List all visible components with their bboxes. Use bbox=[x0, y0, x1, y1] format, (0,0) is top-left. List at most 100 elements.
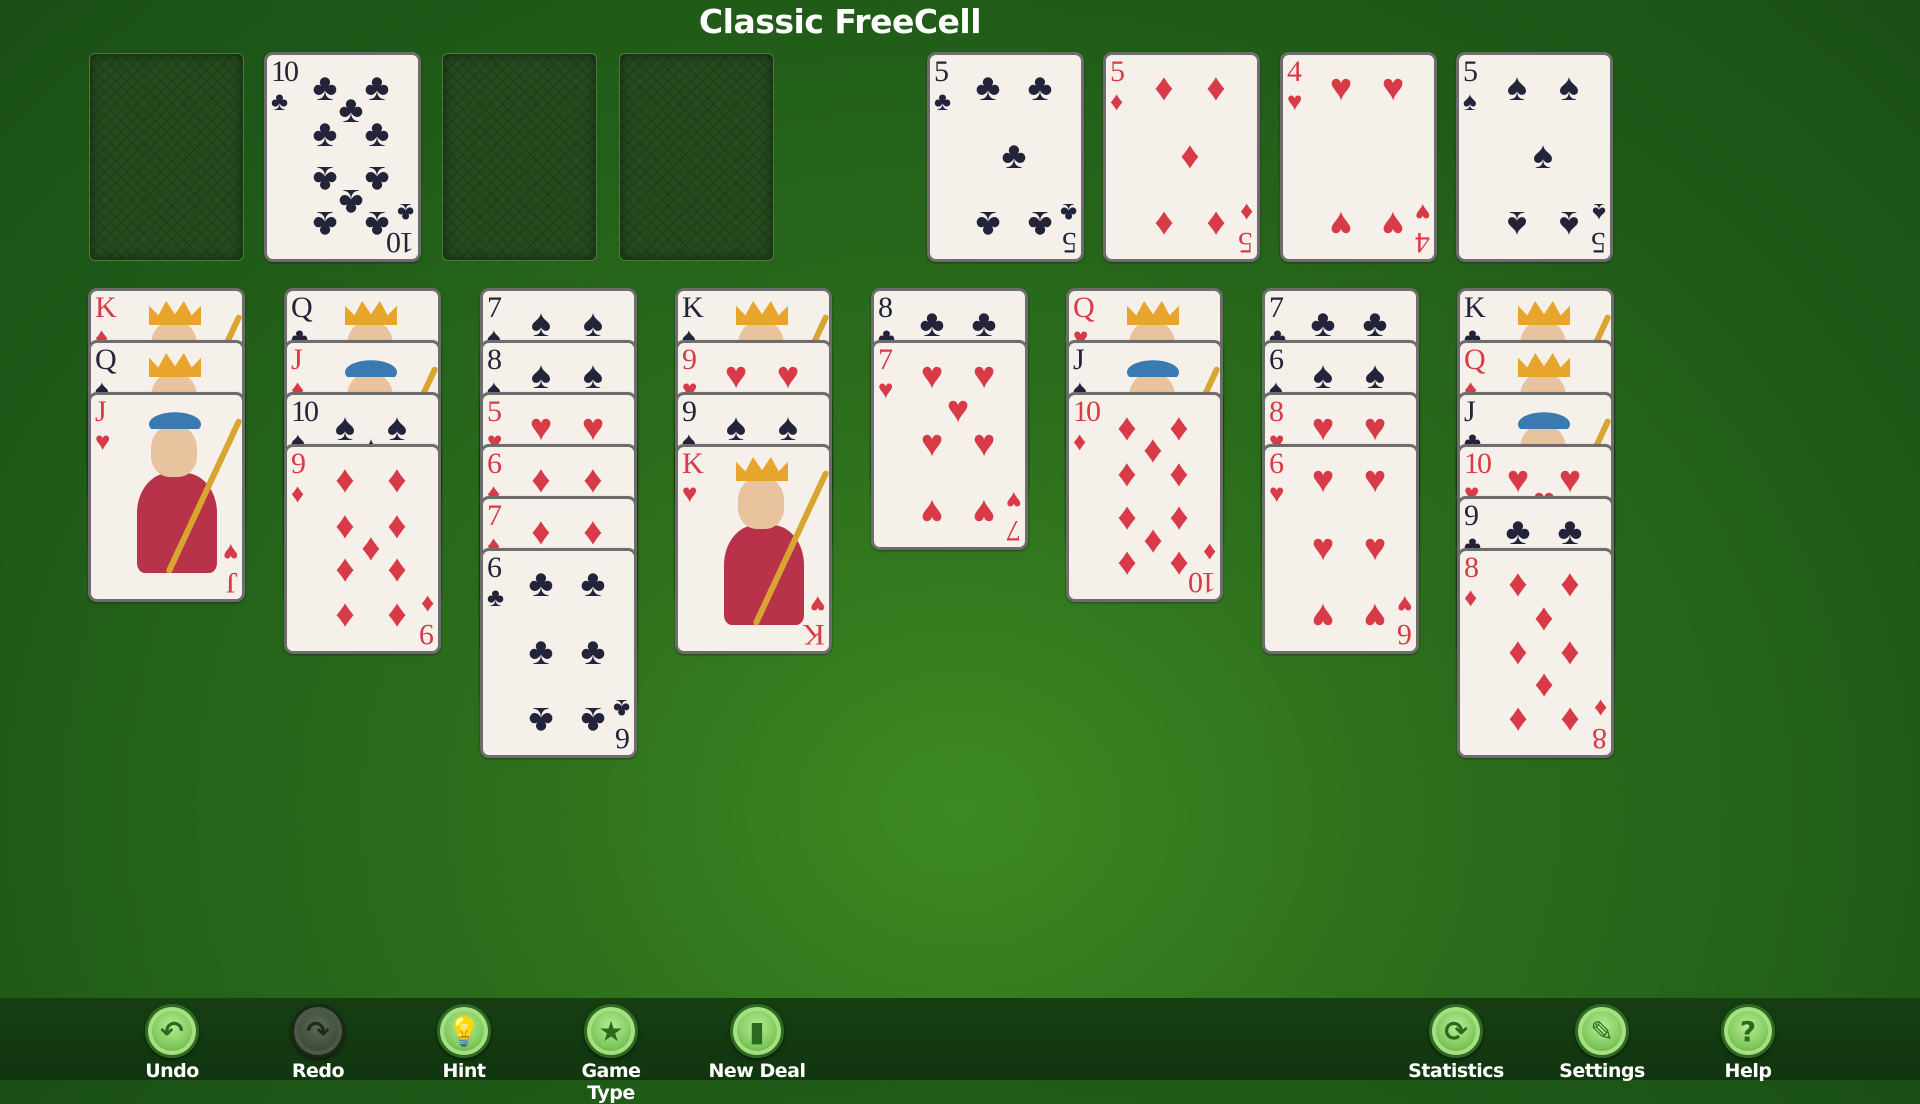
diamonds-pip-icon: ♦ bbox=[583, 459, 603, 501]
hearts-pip-icon: ♥ bbox=[1311, 459, 1335, 501]
diamonds-pip-icon: ♦ bbox=[1117, 453, 1137, 495]
hearts-icon: ♥ bbox=[1396, 590, 1412, 620]
hearts-icon: ♥ bbox=[1269, 478, 1285, 508]
diamonds-icon: ♦ bbox=[1202, 538, 1216, 568]
tableau-card[interactable]: 10 ♦ ♦ ♦ ♦ ♦ ♦ ♦ ♦ ♦ ♦ ♦ 10 ♦ bbox=[1066, 392, 1223, 602]
hearts-pip-icon: ♥ bbox=[1363, 459, 1387, 501]
card-rank-bottom: J bbox=[228, 566, 238, 599]
help-button[interactable]: ? Help bbox=[1693, 1004, 1803, 1082]
spades-pip-icon: ♠ bbox=[1312, 355, 1334, 397]
hearts-pip-icon: ♥ bbox=[946, 389, 970, 431]
card-rank: Q bbox=[291, 291, 313, 324]
tableau-card[interactable]: 8 ♦ ♦ ♦ ♦ ♦ ♦ ♦ ♦ ♦ 8 ♦ bbox=[1457, 548, 1614, 758]
foundation-card[interactable]: 4 ♥ ♥ ♥ ♥ ♥ 4 ♥ bbox=[1280, 52, 1437, 262]
hint-label: Hint bbox=[442, 1060, 486, 1082]
diamonds-pip-icon: ♦ bbox=[387, 550, 407, 592]
free-cell-1[interactable] bbox=[89, 53, 244, 261]
card-rank-bottom: K bbox=[805, 618, 825, 651]
card-rank: 6 bbox=[487, 551, 502, 584]
hearts-pip-icon: ♥ bbox=[972, 355, 996, 397]
statistics-button[interactable]: ⟳ Statistics bbox=[1401, 1004, 1511, 1082]
spades-pip-icon: ♠ bbox=[1558, 67, 1580, 109]
diamonds-pip-icon: ♦ bbox=[1180, 135, 1200, 177]
diamonds-pip-icon: ♦ bbox=[1154, 203, 1174, 245]
card-rank: 9 bbox=[682, 343, 697, 376]
clubs-icon: ♣ bbox=[1059, 198, 1077, 228]
clubs-icon: ♣ bbox=[934, 86, 952, 116]
clubs-pip-icon: ♣ bbox=[1027, 67, 1053, 109]
card-rank: 9 bbox=[682, 395, 697, 428]
diamonds-pip-icon: ♦ bbox=[583, 511, 603, 553]
diamonds-pip-icon: ♦ bbox=[1117, 543, 1137, 585]
spades-icon: ♠ bbox=[1592, 198, 1606, 228]
free-cell-4[interactable] bbox=[619, 53, 774, 261]
diamonds-icon: ♦ bbox=[1593, 694, 1607, 724]
free-cell-card[interactable]: 10 ♣ ♣ ♣ ♣ ♣ ♣ ♣ ♣ ♣ ♣ ♣ 10 ♣ bbox=[264, 52, 421, 262]
diamonds-icon: ♦ bbox=[1110, 86, 1124, 116]
card-rank: 6 bbox=[487, 447, 502, 480]
diamonds-pip-icon: ♦ bbox=[335, 459, 355, 501]
clubs-pip-icon: ♣ bbox=[975, 67, 1001, 109]
clubs-icon: ♣ bbox=[271, 86, 289, 116]
card-rank: 5 bbox=[934, 55, 949, 88]
settings-button[interactable]: ✎ Settings bbox=[1547, 1004, 1657, 1082]
diamonds-icon: ♦ bbox=[420, 590, 434, 620]
card-rank: Q bbox=[1464, 343, 1486, 376]
diamonds-pip-icon: ♦ bbox=[531, 459, 551, 501]
tableau-card[interactable]: K ♥ K ♥ bbox=[675, 444, 832, 654]
tableau-card[interactable]: 6 ♥ ♥ ♥ ♥ ♥ ♥ ♥ 6 ♥ bbox=[1262, 444, 1419, 654]
diamonds-pip-icon: ♦ bbox=[335, 595, 355, 637]
card-rank: J bbox=[95, 395, 107, 428]
clubs-pip-icon: ♣ bbox=[971, 303, 997, 345]
card-rank-bottom: 4 bbox=[1417, 226, 1430, 259]
settings-label: Settings bbox=[1559, 1060, 1645, 1082]
pencil-icon: ✎ bbox=[1575, 1004, 1629, 1058]
card-rank: 4 bbox=[1287, 55, 1302, 88]
foundation-card[interactable]: 5 ♣ ♣ ♣ ♣ ♣ ♣ 5 ♣ bbox=[927, 52, 1084, 262]
card-rank: 8 bbox=[878, 291, 893, 324]
hearts-pip-icon: ♥ bbox=[1363, 407, 1387, 449]
foundation-card[interactable]: 5 ♦ ♦ ♦ ♦ ♦ ♦ 5 ♦ bbox=[1103, 52, 1260, 262]
hint-button[interactable]: 💡 Hint bbox=[409, 1004, 519, 1082]
undo-button[interactable]: ↶ Undo bbox=[117, 1004, 227, 1082]
new-deal-button[interactable]: ▮ New Deal bbox=[702, 1004, 812, 1082]
tableau-card[interactable]: 9 ♦ ♦ ♦ ♦ ♦ ♦ ♦ ♦ ♦ ♦ 9 ♦ bbox=[284, 444, 441, 654]
card-rank: K bbox=[1464, 291, 1486, 324]
card-rank: 10 bbox=[291, 395, 319, 428]
new-deal-label: New Deal bbox=[708, 1060, 806, 1082]
card-rank: J bbox=[291, 343, 303, 376]
card-rank-bottom: 5 bbox=[1064, 226, 1077, 259]
card-rank: 5 bbox=[487, 395, 502, 428]
card-rank: J bbox=[1464, 395, 1476, 428]
cards-icon: ▮ bbox=[730, 1004, 784, 1058]
diamonds-pip-icon: ♦ bbox=[1508, 563, 1528, 605]
card-rank: 9 bbox=[291, 447, 306, 480]
diamonds-pip-icon: ♦ bbox=[1560, 563, 1580, 605]
tableau-card[interactable]: 7 ♥ ♥ ♥ ♥ ♥ ♥ ♥ ♥ 7 ♥ bbox=[871, 340, 1028, 550]
game-type-button[interactable]: ★ Game Type bbox=[556, 1004, 666, 1104]
card-rank: 6 bbox=[1269, 447, 1284, 480]
hearts-pip-icon: ♥ bbox=[1311, 595, 1335, 637]
diamonds-pip-icon: ♦ bbox=[1206, 203, 1226, 245]
hearts-pip-icon: ♥ bbox=[1329, 67, 1353, 109]
card-rank: 8 bbox=[487, 343, 502, 376]
card-rank: K bbox=[682, 447, 704, 480]
foundation-card[interactable]: 5 ♠ ♠ ♠ ♠ ♠ ♠ 5 ♠ bbox=[1456, 52, 1613, 262]
tableau-card[interactable]: J ♥ J ♥ bbox=[88, 392, 245, 602]
card-rank-bottom: 7 bbox=[1008, 514, 1021, 547]
redo-button[interactable]: ↷ Redo bbox=[263, 1004, 373, 1082]
hearts-icon: ♥ bbox=[1005, 486, 1021, 516]
free-cell-3[interactable] bbox=[442, 53, 597, 261]
clubs-icon: ♣ bbox=[487, 582, 505, 612]
card-rank-bottom: 6 bbox=[617, 722, 630, 755]
card-rank: Q bbox=[1073, 291, 1095, 324]
game-title: Classic FreeCell bbox=[698, 2, 982, 41]
redo-label: Redo bbox=[291, 1060, 345, 1082]
diamonds-pip-icon: ♦ bbox=[387, 595, 407, 637]
hearts-pip-icon: ♥ bbox=[1311, 527, 1335, 569]
game-type-label: Game Type bbox=[581, 1060, 641, 1104]
hearts-pip-icon: ♥ bbox=[581, 407, 605, 449]
card-rank: 7 bbox=[487, 499, 502, 532]
hearts-pip-icon: ♥ bbox=[776, 355, 800, 397]
tableau-card[interactable]: 6 ♣ ♣ ♣ ♣ ♣ ♣ ♣ 6 ♣ bbox=[480, 548, 637, 758]
